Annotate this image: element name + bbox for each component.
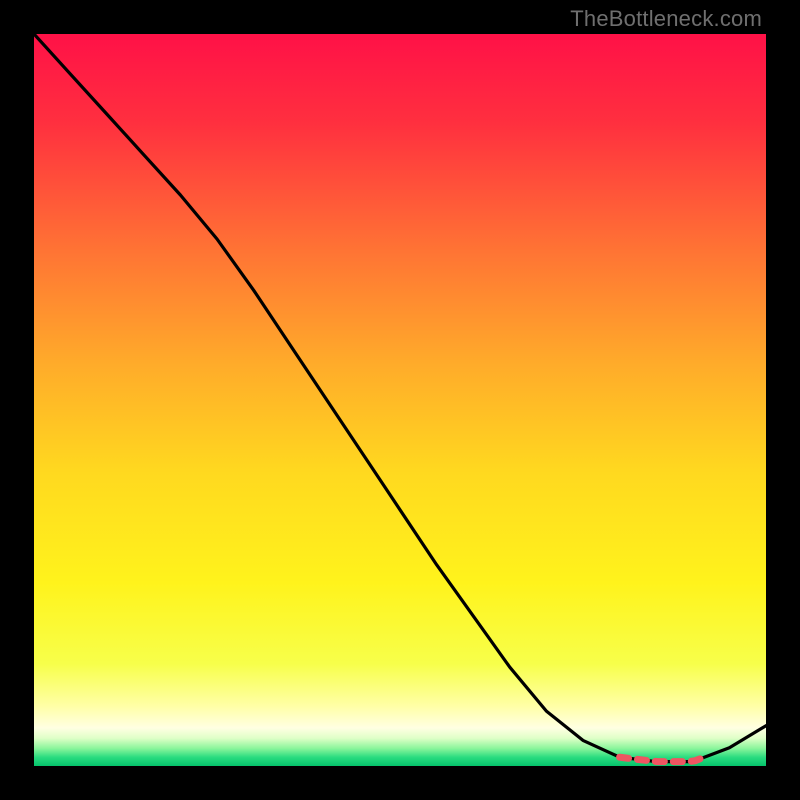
- chart-frame: TheBottleneck.com: [0, 0, 800, 800]
- plot-area: [34, 34, 766, 766]
- chart-curve: [34, 34, 766, 766]
- watermark-text: TheBottleneck.com: [570, 6, 762, 32]
